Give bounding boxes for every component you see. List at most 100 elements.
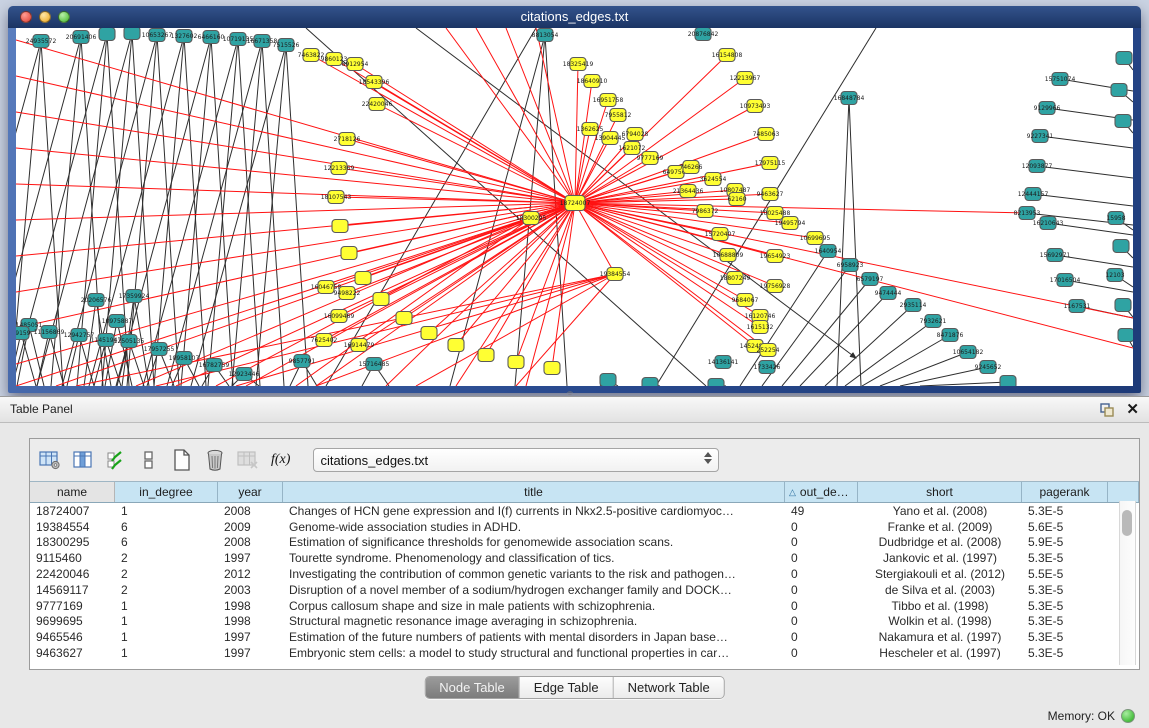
- graph-node[interactable]: 10975887: [102, 315, 133, 328]
- graph-node[interactable]: 18325419: [563, 58, 594, 71]
- column-header-out_de[interactable]: △out_de…: [785, 482, 858, 502]
- table-row[interactable]: 1938455462009Genome-wide association stu…: [30, 519, 1139, 535]
- graph-node[interactable]: 20876842: [688, 28, 719, 41]
- cell-out_de[interactable]: 0: [785, 629, 858, 645]
- graph-node[interactable]: 21364436: [673, 185, 704, 198]
- cell-short[interactable]: de Silva et al. (2003): [858, 582, 1022, 598]
- graph-node[interactable]: 17975115: [755, 157, 786, 170]
- graph-node[interactable]: 17016504: [1050, 274, 1081, 287]
- graph-node[interactable]: [355, 272, 371, 285]
- cell-year[interactable]: 1998: [218, 614, 283, 630]
- cell-pagerank[interactable]: 5.3E-5: [1022, 550, 1108, 566]
- cell-year[interactable]: 1997: [218, 645, 283, 661]
- graph-node[interactable]: 9777169: [637, 152, 664, 165]
- table-row[interactable]: 2242004622012Investigating the contribut…: [30, 566, 1139, 582]
- cell-name[interactable]: 9699695: [30, 614, 115, 630]
- graph-node[interactable]: 7485063: [753, 128, 780, 141]
- cell-year[interactable]: 2008: [218, 535, 283, 551]
- graph-node[interactable]: 16951758: [593, 94, 624, 107]
- graph-node[interactable]: 18543396: [359, 76, 390, 89]
- cell-title[interactable]: Estimation of significance thresholds fo…: [283, 535, 785, 551]
- cell-year[interactable]: 2008: [218, 503, 283, 519]
- cell-pagerank[interactable]: 5.3E-5: [1022, 645, 1108, 661]
- graph-node[interactable]: 6466160: [198, 31, 225, 44]
- graph-node[interactable]: 62160: [727, 193, 746, 206]
- cell-pagerank[interactable]: 5.3E-5: [1022, 503, 1108, 519]
- graph-node[interactable]: 20206576: [81, 294, 112, 307]
- graph-node[interactable]: 22420046: [362, 98, 393, 111]
- graph-node[interactable]: [421, 327, 437, 340]
- graph-node[interactable]: 16848784: [834, 92, 865, 105]
- column-header-in_degree[interactable]: in_degree: [115, 482, 218, 502]
- cell-short[interactable]: Nakamura et al. (1997): [858, 629, 1022, 645]
- cell-title[interactable]: Corpus callosum shape and size in male p…: [283, 598, 785, 614]
- graph-node[interactable]: 16099469: [324, 310, 355, 323]
- graph-node[interactable]: [1115, 115, 1131, 128]
- graph-node[interactable]: 9129966: [1034, 102, 1061, 115]
- graph-node[interactable]: 1615132: [747, 321, 774, 334]
- graph-node[interactable]: 7625402: [311, 334, 338, 347]
- graph-node[interactable]: 9463627: [757, 188, 784, 201]
- table-row[interactable]: 1872400712008Changes of HCN gene express…: [30, 503, 1139, 519]
- graph-node[interactable]: 16914479: [344, 339, 375, 352]
- cell-year[interactable]: 1997: [218, 550, 283, 566]
- function-builder-icon[interactable]: f(x): [271, 452, 290, 468]
- graph-node[interactable]: 252254: [757, 344, 780, 357]
- table-row[interactable]: 1830029562008Estimation of significance …: [30, 535, 1139, 551]
- cell-in_degree[interactable]: 2: [115, 566, 218, 582]
- cell-name[interactable]: 14569117: [30, 582, 115, 598]
- graph-node[interactable]: 10973493: [740, 100, 771, 113]
- cell-in_degree[interactable]: 1: [115, 614, 218, 630]
- cell-year[interactable]: 2012: [218, 566, 283, 582]
- graph-node[interactable]: 15958: [1106, 212, 1125, 225]
- cell-year[interactable]: 1998: [218, 598, 283, 614]
- float-panel-icon[interactable]: [1100, 403, 1114, 417]
- new-table-icon[interactable]: [170, 448, 194, 472]
- table-row[interactable]: 946554611997Estimation of the future num…: [30, 629, 1139, 645]
- scrollbar-thumb[interactable]: [1122, 510, 1132, 536]
- cell-pagerank[interactable]: 5.5E-5: [1022, 566, 1108, 582]
- graph-node[interactable]: [600, 374, 616, 387]
- graph-node[interactable]: 12213369: [324, 162, 355, 175]
- table-settings-icon[interactable]: [38, 448, 62, 472]
- cell-out_de[interactable]: 0: [785, 582, 858, 598]
- clear-selection-icon[interactable]: [137, 448, 161, 472]
- cell-name[interactable]: 9115460: [30, 550, 115, 566]
- tab-network-table[interactable]: Network Table: [614, 677, 724, 698]
- table-chooser-dropdown[interactable]: citations_edges.txt: [313, 448, 719, 472]
- graph-node[interactable]: 6958923: [837, 259, 864, 272]
- network-window-titlebar[interactable]: citations_edges.txt: [8, 6, 1141, 28]
- graph-node[interactable]: 24935572: [26, 35, 57, 48]
- graph-node[interactable]: 9684067: [732, 294, 759, 307]
- cell-pagerank[interactable]: 5.3E-5: [1022, 614, 1108, 630]
- graph-node[interactable]: 1362625: [577, 123, 604, 136]
- graph-node[interactable]: 20691406: [66, 31, 97, 44]
- cell-pagerank[interactable]: 5.3E-5: [1022, 598, 1108, 614]
- cell-in_degree[interactable]: 1: [115, 629, 218, 645]
- graph-node[interactable]: [1113, 240, 1129, 253]
- column-header-pagerank[interactable]: pagerank: [1022, 482, 1108, 502]
- graph-node[interactable]: 3624554: [700, 173, 727, 186]
- select-all-icon[interactable]: [104, 448, 128, 472]
- cell-name[interactable]: 18300295: [30, 535, 115, 551]
- graph-node[interactable]: 19654923: [760, 250, 791, 263]
- cell-short[interactable]: Franke et al. (2009): [858, 519, 1022, 535]
- cell-in_degree[interactable]: 2: [115, 550, 218, 566]
- column-header-name[interactable]: name: [30, 482, 115, 502]
- cell-in_degree[interactable]: 1: [115, 645, 218, 661]
- graph-node[interactable]: 6794028: [622, 128, 649, 141]
- graph-node[interactable]: [332, 220, 348, 233]
- zoom-window-icon[interactable]: [58, 11, 70, 23]
- graph-node[interactable]: 746266: [680, 161, 703, 174]
- table-row[interactable]: 977716911998Corpus callosum shape and si…: [30, 598, 1139, 614]
- graph-node[interactable]: 18640910: [577, 75, 608, 88]
- graph-nodes[interactable]: 1872400724935572206914061065326713276026…: [16, 28, 1133, 386]
- graph-node[interactable]: 12093877: [1022, 160, 1053, 173]
- graph-node[interactable]: 2718126: [334, 133, 361, 146]
- cell-title[interactable]: Disruption of a novel member of a sodium…: [283, 582, 785, 598]
- cell-in_degree[interactable]: 2: [115, 582, 218, 598]
- cell-in_degree[interactable]: 1: [115, 503, 218, 519]
- graph-node[interactable]: [1116, 52, 1132, 65]
- cell-in_degree[interactable]: 1: [115, 598, 218, 614]
- graph-node[interactable]: [124, 28, 140, 40]
